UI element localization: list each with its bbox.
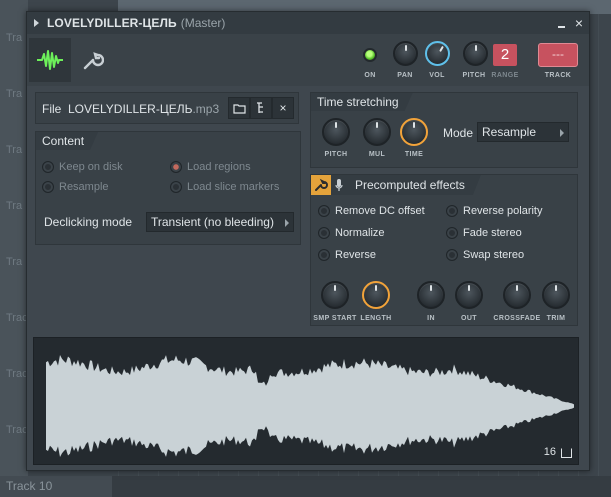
out-knob[interactable] [455, 281, 483, 309]
checkbox-dot [318, 205, 330, 217]
normalize-option[interactable]: Normalize [318, 227, 385, 239]
select-arrow-icon [285, 219, 289, 227]
channel-settings-window: LOVELYDILLER-ЦЕЛЬ (Master) × ON PAN VOL … [26, 11, 590, 471]
reverse-polarity-option[interactable]: Reverse polarity [446, 205, 542, 217]
checkbox-dot [446, 227, 458, 239]
radio-dot [42, 181, 54, 193]
fade-stereo-option[interactable]: Fade stereo [446, 227, 522, 239]
track-label: TRACK [544, 72, 572, 79]
stretch-time-knob[interactable] [400, 118, 428, 146]
radio-dot [170, 161, 182, 173]
in-knob[interactable] [417, 281, 445, 309]
waveform-shape [46, 355, 574, 457]
mixer-track-selector[interactable]: --- [538, 43, 578, 67]
radio-dot [170, 181, 182, 193]
effects-mic-button[interactable] [331, 175, 347, 195]
file-name: LOVELYDILLER-ЦЕЛЬ.mp3 [68, 102, 220, 116]
declicking-mode-select[interactable]: Transient (no bleeding) [146, 212, 294, 232]
remove-file-button[interactable]: × [272, 97, 294, 119]
remove-dc-offset-option[interactable]: Remove DC offset [318, 205, 425, 217]
stretch-mul-knob[interactable] [363, 118, 391, 146]
precomputed-effects-header: Precomputed effects [311, 175, 481, 195]
track-label: Tra [6, 256, 23, 268]
zoom-icon[interactable] [561, 448, 572, 458]
folder-icon [232, 103, 246, 114]
track-label: Trac [6, 312, 28, 324]
range-label: RANGE [491, 72, 519, 79]
precomputed-effects-panel: Precomputed effects Remove DC offset Rev… [310, 174, 578, 326]
window-menu-arrow-icon[interactable] [34, 19, 39, 27]
file-tree-icon [257, 101, 263, 113]
file-label: File [42, 102, 62, 116]
tab-sample[interactable] [29, 38, 71, 82]
resample-option[interactable]: Resample [42, 181, 109, 193]
waveform-display [46, 355, 574, 457]
radio-dot [42, 161, 54, 173]
minimize-button[interactable] [557, 15, 565, 31]
time-stretching-title: Time stretching [311, 93, 413, 111]
track-label: Tra [6, 144, 23, 156]
effects-wrench-button[interactable] [311, 175, 331, 195]
pitch-range-display[interactable]: 2 [493, 44, 517, 66]
minimize-icon [557, 26, 565, 28]
mode-label: Mode [443, 126, 474, 140]
stretch-time-label: TIME [404, 151, 424, 158]
checkbox-dot [446, 205, 458, 217]
checkbox-dot [446, 249, 458, 261]
time-stretching-panel: Time stretching PITCH MUL TIME Mode Resa… [310, 92, 578, 168]
reverse-option[interactable]: Reverse [318, 249, 376, 261]
stretch-pitch-knob[interactable] [322, 118, 350, 146]
load-slice-markers-option[interactable]: Load slice markers [170, 181, 279, 193]
crossfade-knob[interactable] [503, 281, 531, 309]
keep-on-disk-option[interactable]: Keep on disk [42, 161, 123, 173]
out-label: OUT [461, 315, 477, 322]
tab-misc-settings[interactable] [75, 38, 111, 82]
stretch-mode-select[interactable]: Resample [477, 122, 569, 142]
channel-on-led[interactable] [363, 48, 377, 62]
file-panel: File LOVELYDILLER-ЦЕЛЬ.mp3 × [35, 92, 299, 124]
swap-stereo-option[interactable]: Swap stereo [446, 249, 524, 261]
precomputed-effects-title: Precomputed effects [355, 178, 465, 192]
smp-start-knob[interactable] [321, 281, 349, 309]
window-title: LOVELYDILLER-ЦЕЛЬ [47, 16, 177, 30]
volume-knob[interactable] [425, 41, 450, 66]
track-10-label: Track 10 [6, 479, 53, 493]
content-panel: Content Keep on disk Load regions Resamp… [35, 131, 301, 245]
window-titlebar[interactable]: LOVELYDILLER-ЦЕЛЬ (Master) × [27, 12, 589, 34]
checkbox-dot [318, 227, 330, 239]
content-title: Content [36, 132, 98, 150]
sample-waveform-view[interactable]: 16 [33, 337, 579, 465]
open-file-button[interactable] [228, 97, 250, 119]
length-knob[interactable] [362, 281, 390, 309]
declicking-mode-label: Declicking mode [44, 215, 133, 229]
track-label: Tra [6, 88, 23, 100]
zoom-level: 16 [543, 446, 556, 458]
microphone-icon [335, 178, 343, 192]
trim-knob[interactable] [542, 281, 570, 309]
browse-file-button[interactable] [250, 97, 272, 119]
channel-toolbar: ON PAN VOL PITCH 2 RANGE --- TRACK [27, 34, 589, 86]
length-label: LENGTH [360, 315, 392, 322]
track-label: Tra [6, 32, 23, 44]
track-header-column [0, 0, 28, 497]
track-label: Track [6, 424, 34, 436]
trim-label: TRIM [546, 315, 566, 322]
wrench-icon [314, 178, 328, 192]
window-subtitle: (Master) [180, 16, 226, 30]
load-regions-option[interactable]: Load regions [170, 161, 251, 173]
select-arrow-icon [560, 129, 564, 137]
waveform-icon [37, 50, 63, 70]
pitch-knob[interactable] [463, 41, 488, 66]
close-button[interactable]: × [575, 15, 583, 31]
track-label: Track [6, 368, 34, 380]
track-label: Tra [6, 200, 23, 212]
pan-knob[interactable] [393, 41, 418, 66]
wrench-icon [83, 52, 104, 70]
checkbox-dot [318, 249, 330, 261]
